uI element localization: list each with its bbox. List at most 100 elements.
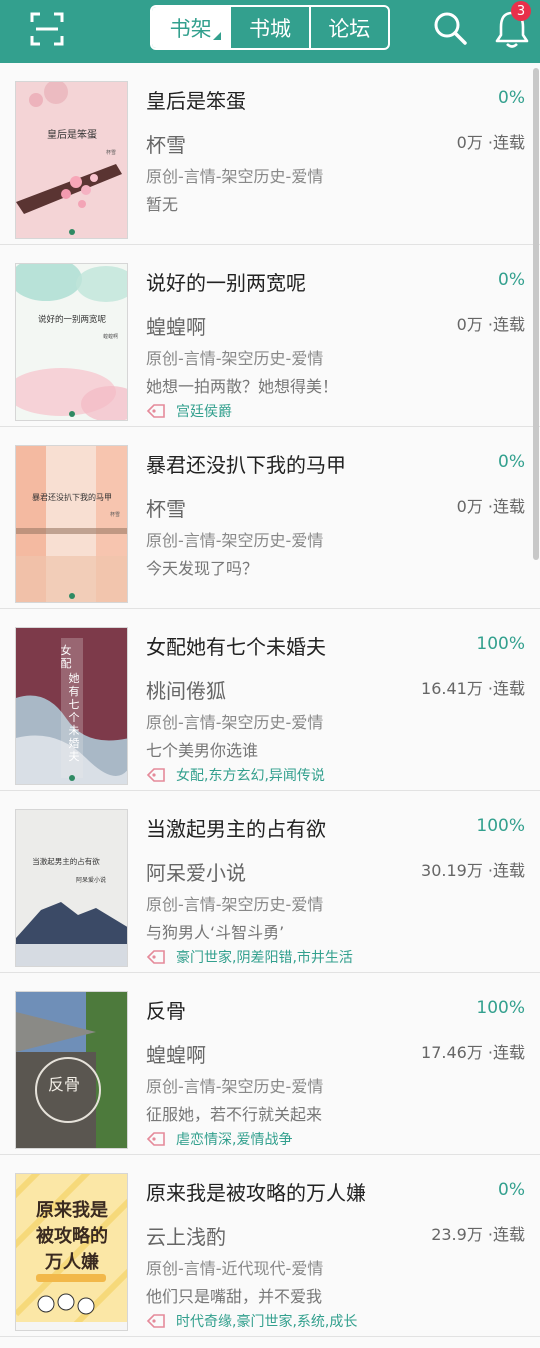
cover-author: 杯雪 (106, 149, 116, 156)
book-item[interactable]: 女配她有七个未婚夫 女配她有七个未婚夫 100% 桃间倦狐 16.41万 ·连载… (0, 609, 540, 791)
book-title: 当激起男主的占有欲 (146, 817, 326, 841)
cover-author: 杯雪 (110, 511, 120, 518)
book-genre: 原创-言情-架空历史-爱情 (146, 349, 324, 368)
book-cover[interactable]: 皇后是笨蛋 杯雪 (15, 81, 128, 239)
cover-title-char: 七 (69, 698, 80, 711)
svg-text:原来我是: 原来我是 (36, 1200, 108, 1221)
word-count-status: 0万 ·连载 (456, 497, 525, 516)
book-tags: 宫廷侯爵 (146, 401, 232, 421)
tag-list: 虐恋情深,爱情战争 (176, 1132, 293, 1148)
bookshelf-list: 皇后是笨蛋 杯雪 皇后是笨蛋 0% 杯雪 0万 ·连载 原创-言情-架空历史-爱… (0, 63, 540, 1337)
svg-text:万人嫌: 万人嫌 (44, 1251, 99, 1273)
book-author: 蝗蝗啊 (146, 1043, 206, 1067)
book-genre: 原创-言情-架空历史-爱情 (146, 713, 324, 732)
cover-title-char: 配 (61, 657, 72, 670)
tab-bookshelf[interactable]: 书架 (152, 7, 230, 48)
book-cover[interactable]: 反骨 (15, 991, 128, 1149)
book-author: 桃间倦狐 (146, 679, 226, 703)
book-author: 阿呆爱小说 (146, 861, 246, 885)
book-description: 与狗男人‘斗智斗勇’ (146, 923, 285, 942)
book-item[interactable]: 反骨 反骨 100% 蝗蝗啊 17.46万 ·连载 原创-言情-架空历史-爱情 … (0, 973, 540, 1155)
book-genre: 原创-言情-架空历史-爱情 (146, 531, 324, 550)
cover-author: 阿呆爱小说 (76, 876, 106, 884)
main-tabs: 书架 书城 论坛 (150, 5, 390, 50)
book-cover[interactable]: 原来我是 被攻略的 万人嫌 (15, 1173, 128, 1331)
tab-forum-label: 论坛 (328, 16, 371, 41)
reading-progress: 0% (498, 270, 525, 290)
book-cover[interactable]: 暴君还没扒下我的马甲 杯雪 (15, 445, 128, 603)
book-author: 杯雪 (146, 497, 186, 521)
book-description: 征服她，若不行就关起来 (146, 1105, 323, 1124)
tab-bookshelf-label: 书架 (169, 16, 212, 41)
book-description: 暂无 (146, 195, 179, 214)
search-icon[interactable] (432, 10, 468, 46)
scan-icon[interactable] (30, 12, 64, 46)
book-author: 杯雪 (146, 133, 186, 157)
book-genre: 原创-言情-架空历史-爱情 (146, 1077, 324, 1096)
book-title: 皇后是笨蛋 (146, 89, 246, 113)
word-count-status: 17.46万 ·连载 (421, 1043, 525, 1062)
top-bar: 书架 书城 论坛 3 (0, 0, 540, 63)
reading-progress: 0% (498, 1180, 525, 1200)
book-genre: 原创-言情-架空历史-爱情 (146, 167, 324, 186)
tag-list: 宫廷侯爵 (176, 404, 232, 420)
scrollbar[interactable] (533, 68, 539, 560)
tab-bookstore-label: 书城 (248, 16, 291, 41)
cover-title-char: 她 (69, 671, 80, 685)
book-cover[interactable]: 当激起男主的占有欲 阿呆爱小说 (15, 809, 128, 967)
tag-list: 豪门世家,阴差阳错,市井生活 (176, 950, 353, 966)
book-description: 今天发现了吗？ (146, 559, 259, 578)
reading-progress: 100% (476, 816, 525, 836)
word-count-status: 0万 ·连载 (456, 315, 525, 334)
cover-title: 说好的一别两宽呢 (38, 314, 107, 325)
cover-author: 蝗蝗啊 (103, 333, 118, 340)
cover-title: 皇后是笨蛋 (47, 128, 97, 141)
book-tags: 时代奇缘,豪门世家,系统,成长 (146, 1311, 357, 1331)
book-title: 女配她有七个未婚夫 (146, 635, 326, 659)
tag-icon (146, 1132, 165, 1146)
book-item[interactable]: 原来我是 被攻略的 万人嫌 原来我是被攻略的万人嫌 0% 云上浅酌 23.9万 … (0, 1155, 540, 1337)
book-item[interactable]: 当激起男主的占有欲 阿呆爱小说 当激起男主的占有欲 100% 阿呆爱小说 30.… (0, 791, 540, 973)
cover-title: 反骨 (48, 1075, 80, 1094)
tab-bookstore[interactable]: 书城 (229, 7, 308, 48)
book-item[interactable]: 暴君还没扒下我的马甲 杯雪 暴君还没扒下我的马甲 0% 杯雪 0万 ·连载 原创… (0, 427, 540, 609)
book-author: 云上浅酌 (146, 1225, 226, 1249)
word-count-status: 30.19万 ·连载 (421, 861, 525, 880)
word-count-status: 0万 ·连载 (456, 133, 525, 152)
tag-list: 时代奇缘,豪门世家,系统,成长 (176, 1314, 358, 1330)
notification-badge: 3 (511, 1, 531, 21)
tag-icon (146, 768, 165, 782)
book-genre: 原创-言情-近代现代-爱情 (146, 1259, 324, 1278)
book-title: 原来我是被攻略的万人嫌 (146, 1181, 366, 1205)
reading-progress: 100% (476, 634, 525, 654)
word-count-status: 16.41万 ·连载 (421, 679, 525, 698)
reading-progress: 100% (476, 998, 525, 1018)
cover-title-char: 个 (69, 711, 80, 724)
word-count-status: 23.9万 ·连载 (431, 1225, 525, 1244)
cover-title: 暴君还没扒下我的马甲 (32, 492, 112, 502)
cover-title-char: 未 (69, 724, 80, 737)
cover-title: 当激起男主的占有欲 (32, 856, 100, 866)
book-item[interactable]: 说好的一别两宽呢 蝗蝗啊 说好的一别两宽呢 0% 蝗蝗啊 0万 ·连载 原创-言… (0, 245, 540, 427)
book-title: 说好的一别两宽呢 (146, 271, 306, 295)
caret-icon (213, 32, 222, 40)
book-author: 蝗蝗啊 (146, 315, 206, 339)
book-description: 他们只是嘴甜，并不爱我 (146, 1287, 323, 1306)
cover-title-char: 婚 (69, 736, 80, 750)
book-tags: 女配,东方玄幻,异闻传说 (146, 765, 325, 785)
book-title: 暴君还没扒下我的马甲 (146, 453, 346, 477)
reading-progress: 0% (498, 88, 525, 108)
svg-text:被攻略的: 被攻略的 (36, 1225, 108, 1247)
tag-icon (146, 1314, 165, 1328)
book-title: 反骨 (146, 999, 186, 1023)
tag-list: 女配,东方玄幻,异闻传说 (176, 768, 325, 784)
cover-title-char: 有 (69, 684, 80, 698)
reading-progress: 0% (498, 452, 525, 472)
book-item[interactable]: 皇后是笨蛋 杯雪 皇后是笨蛋 0% 杯雪 0万 ·连载 原创-言情-架空历史-爱… (0, 63, 540, 245)
tab-forum[interactable]: 论坛 (308, 7, 388, 48)
cover-title-char: 夫 (69, 750, 80, 763)
book-cover[interactable]: 女配她有七个未婚夫 (15, 627, 128, 785)
tag-icon (146, 404, 165, 418)
book-description: 七个美男你选谁 (146, 741, 259, 760)
book-cover[interactable]: 说好的一别两宽呢 蝗蝗啊 (15, 263, 128, 421)
